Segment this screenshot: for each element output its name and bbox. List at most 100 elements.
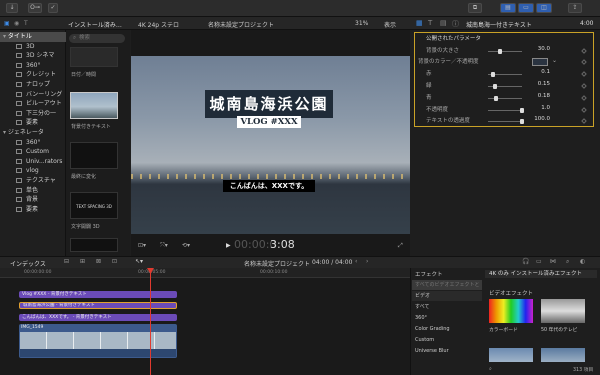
play-icon[interactable]: ▶ (226, 242, 231, 249)
parameter-value[interactable]: 0.1 (526, 69, 550, 75)
overwrite-icon[interactable]: ⊡ (112, 258, 117, 265)
slider-knob[interactable] (491, 72, 496, 77)
connect-icon[interactable]: ⊠ (96, 258, 101, 265)
append-icon[interactable]: ⊟ (64, 258, 69, 265)
library-item[interactable]: Univ...rators (0, 157, 66, 167)
layout-icon[interactable]: ⧉ (468, 3, 482, 13)
playhead[interactable] (150, 268, 151, 375)
parameter-value[interactable]: 0.18 (526, 93, 550, 99)
import-icon[interactable]: ↓ (6, 3, 18, 13)
color-board-thumb[interactable] (489, 299, 533, 323)
slider-knob[interactable] (520, 108, 524, 113)
effects-category[interactable]: ビデオ (412, 291, 482, 301)
library-item[interactable]: 360° (0, 61, 66, 71)
zoom-icon[interactable]: ⌕ (566, 258, 569, 266)
browser-thumb-4[interactable] (70, 238, 118, 252)
color-swatch[interactable] (532, 58, 548, 66)
library-item[interactable]: 3D (0, 42, 66, 52)
inspector-toggle-icon[interactable]: ◫ (536, 3, 552, 13)
timeline-area[interactable]: 00:00:00:00 00:00:05:00 00:00:10:00 Vlog… (0, 268, 410, 375)
keyword-button[interactable]: O⊸ (28, 3, 42, 13)
parameter-value[interactable]: 0.15 (526, 81, 550, 87)
photos-icon[interactable]: ◉ (14, 20, 19, 27)
snapping-icon[interactable]: ⋈ (550, 258, 556, 265)
library-item[interactable]: ナロップ (0, 80, 66, 90)
index-tab[interactable]: インデックス (10, 259, 46, 268)
effects-category[interactable]: Color Grading (412, 324, 482, 334)
library-icon[interactable]: ▣ (4, 20, 10, 27)
timeline-ruler[interactable]: 00:00:00:00 00:00:05:00 00:00:10:00 (0, 268, 410, 278)
title-clip[interactable]: Vlog #XXX - 背景付きテキスト (19, 291, 177, 298)
video-clip[interactable]: IMG_1549 (19, 324, 177, 358)
share-icon[interactable]: ⇪ (568, 3, 582, 13)
library-item[interactable]: ▾ タイトル (0, 32, 66, 42)
effects-category[interactable]: Universe Blur (412, 346, 482, 356)
viewer-options-icon[interactable]: ⊡▾ (138, 242, 146, 249)
slider-knob[interactable] (493, 96, 498, 101)
browser-thumb-0[interactable] (70, 47, 118, 67)
library-item[interactable]: 背景 (0, 195, 66, 205)
forward-icon[interactable]: › (366, 258, 368, 265)
headphones-icon[interactable]: 🎧 (522, 258, 529, 265)
effects-filter-tab[interactable]: 4K のみ インストール済みエフェクト (485, 270, 597, 278)
effects-search-icon[interactable]: ⌕ (489, 366, 492, 372)
library-item[interactable]: テクスチャ (0, 176, 66, 186)
parameter-value[interactable]: 30.0 (526, 46, 550, 52)
select-tool-icon[interactable]: ↖▾ (135, 258, 143, 265)
zoom-menu[interactable]: 31% (355, 20, 368, 27)
clip-appearance-icon[interactable]: ▭ (536, 258, 542, 265)
effects-category[interactable]: すべて (412, 302, 482, 312)
info-icon[interactable]: ⓘ (452, 19, 459, 29)
library-item[interactable]: vlog (0, 166, 66, 176)
50s-tv-thumb[interactable] (541, 299, 585, 323)
browser-thumb-3[interactable]: TEXT SPACING 3D (70, 192, 118, 219)
title-clip[interactable]: こんばんは、XXXです。 - 背景付きテキスト (19, 314, 177, 321)
background-tasks-button[interactable]: ✓ (48, 3, 58, 13)
library-item[interactable]: 360° (0, 138, 66, 148)
library-item[interactable]: バンーリング (0, 90, 66, 100)
browser-search-input[interactable]: 検索 (69, 34, 125, 43)
fullscreen-icon[interactable]: ⤢ (398, 242, 403, 250)
display-menu[interactable]: 表示 (384, 20, 396, 29)
effects-category[interactable]: すべてのビデオエフェクトとオーディ (412, 280, 482, 298)
slider-knob[interactable] (497, 49, 502, 54)
library-item[interactable]: Custom (0, 147, 66, 157)
insert-icon[interactable]: ⊞ (80, 258, 85, 265)
parameter-value[interactable]: 100.0 (526, 116, 550, 122)
chevron-down-icon[interactable]: ⌄ (552, 57, 557, 64)
effect-thumb[interactable] (489, 348, 533, 362)
library-item[interactable]: 要素 (0, 205, 66, 215)
slider-knob[interactable] (520, 119, 524, 124)
library-item[interactable]: 単色 (0, 186, 66, 196)
browser-toggle-icon[interactable]: ▤ (500, 3, 516, 13)
timeline-toggle-icon[interactable]: ▭ (518, 3, 534, 13)
title-clip[interactable]: 城南島海浜公園 - 背景付きテキスト (19, 302, 177, 309)
speed-icon[interactable]: ⟲▾ (182, 242, 190, 249)
transform-icon[interactable]: ⤧▾ (160, 242, 168, 250)
parameter-value[interactable]: 1.0 (526, 105, 550, 111)
library-item[interactable]: ▾ ジェネレータ (0, 128, 66, 138)
library-item[interactable]: 3D シネマ (0, 51, 66, 61)
parameter-slider[interactable] (488, 121, 522, 122)
overlay-title: 城南島海浜公園 (205, 90, 333, 118)
title-inspector-icon[interactable]: ▤ (440, 19, 447, 27)
browser-filter[interactable]: インストール済み… (68, 20, 122, 29)
browser-thumb-1[interactable] (70, 92, 118, 119)
parameter-slider[interactable] (488, 110, 522, 111)
back-icon[interactable]: ‹ (355, 258, 357, 265)
effect-thumb[interactable] (541, 348, 585, 362)
library-item[interactable]: クレジット (0, 70, 66, 80)
solo-icon[interactable]: ◐ (580, 258, 585, 265)
parameter-slider[interactable] (488, 51, 522, 52)
slider-knob[interactable] (492, 84, 497, 89)
video-frame[interactable]: 城南島海浜公園 VLOG #XXX こんばんは、XXXです。 (131, 56, 410, 234)
video-inspector-icon[interactable]: ▦ (416, 19, 423, 27)
browser-thumb-2[interactable] (70, 142, 118, 169)
text-inspector-icon[interactable]: T (428, 19, 432, 27)
library-item[interactable]: 下三分の一 (0, 109, 66, 119)
effects-category[interactable]: Custom (412, 335, 482, 345)
titles-icon[interactable]: T (24, 20, 28, 27)
effects-category[interactable]: 360° (412, 313, 482, 323)
library-item[interactable]: ビルーアウト (0, 99, 66, 109)
library-item[interactable]: 要素 (0, 118, 66, 128)
